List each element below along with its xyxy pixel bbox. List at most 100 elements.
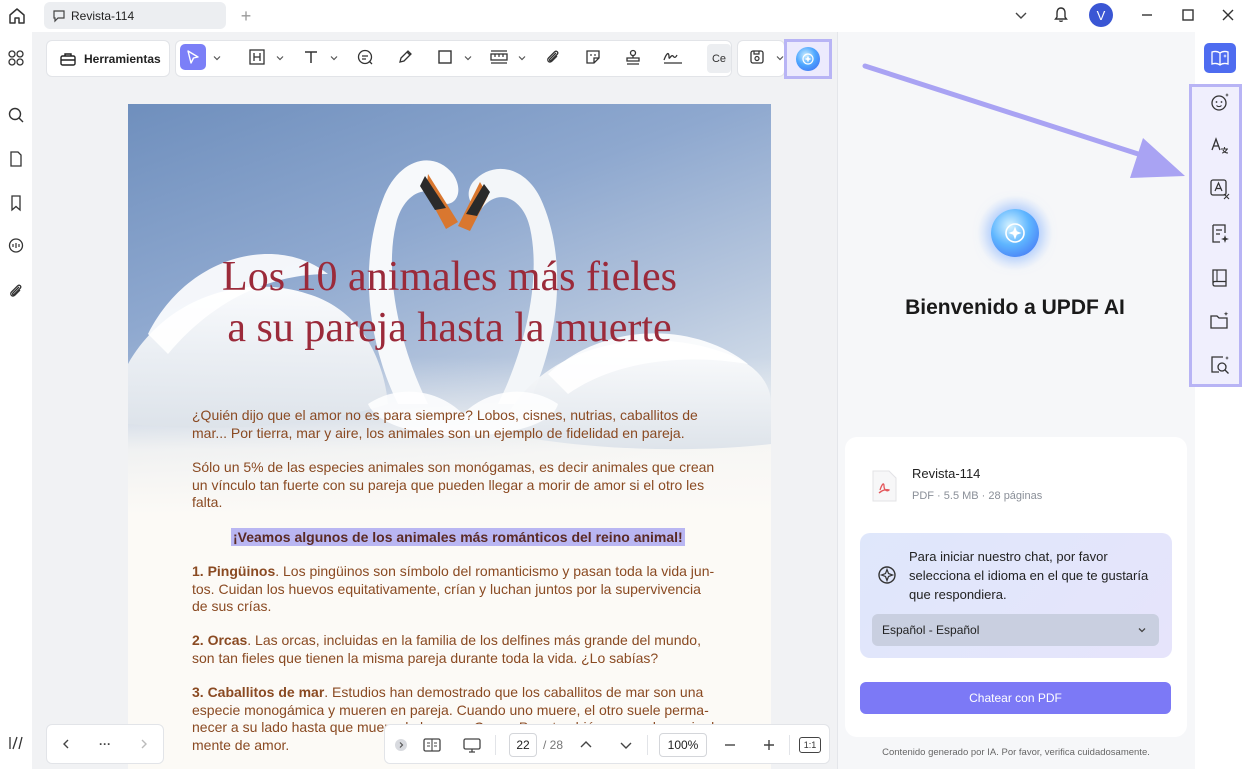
document-tab[interactable]: Revista-114 xyxy=(44,2,226,29)
zoom-out-icon[interactable] xyxy=(721,734,739,756)
highlight-tool-icon[interactable] xyxy=(244,44,270,70)
ai-book-icon[interactable] xyxy=(1204,43,1236,73)
thumbnails-icon[interactable] xyxy=(5,47,27,69)
page-nav-bar: ··· xyxy=(46,724,164,764)
chevron-down-icon[interactable] xyxy=(213,54,221,62)
explain-book-icon[interactable] xyxy=(1207,265,1233,291)
ai-assistant-button[interactable] xyxy=(784,39,832,79)
ai-orb-icon xyxy=(796,47,820,71)
minimize-icon[interactable] xyxy=(1135,4,1159,26)
page-controls-bar: 22 / 28 100% 1:1 xyxy=(384,724,830,764)
file-name: Revista-114 xyxy=(912,466,981,481)
text-line: ¿Quién dijo que el amor no es para siemp… xyxy=(192,407,698,423)
home-icon[interactable] xyxy=(6,5,28,27)
text-line: mar... Por tierra, mar y aire, los anima… xyxy=(192,424,685,441)
highlighted-text[interactable]: ¡Veamos algunos de los animales más romá… xyxy=(231,528,685,546)
collapse-icon[interactable] xyxy=(393,734,409,756)
pdf-page: Los 10 animales más fieles a su pareja h… xyxy=(128,104,771,769)
title-bar: Revista-114 + V xyxy=(0,0,1244,32)
comments-icon[interactable] xyxy=(5,235,27,257)
bookmark-icon[interactable] xyxy=(5,192,27,214)
fact-paragraph: Sólo un 5% de las especies animales son … xyxy=(192,459,722,512)
separator xyxy=(495,735,496,755)
stamp-icon[interactable] xyxy=(620,44,646,70)
separator xyxy=(789,735,790,755)
chevron-down-icon[interactable] xyxy=(776,54,784,62)
sticky-note-icon[interactable] xyxy=(352,44,378,70)
attachment-icon[interactable] xyxy=(540,44,566,70)
ai-folder-icon[interactable] xyxy=(1207,308,1233,334)
file-meta: PDF · 5.5 MB · 28 páginas xyxy=(912,490,1043,502)
signature-icon[interactable] xyxy=(660,44,686,70)
welcome-heading: Bienvenido a UPDF AI xyxy=(905,296,1125,319)
language-select[interactable]: Español - Español xyxy=(872,614,1159,646)
actual-size-button[interactable]: 1:1 xyxy=(799,737,821,753)
bell-icon[interactable] xyxy=(1049,4,1073,26)
tools-button[interactable]: Herramientas xyxy=(46,40,170,77)
chat-with-pdf-button[interactable]: Chatear con PDF xyxy=(860,682,1171,714)
translate-icon[interactable] xyxy=(1207,133,1233,159)
translate-image-icon[interactable] xyxy=(1207,176,1233,202)
text-line: son tan fieles que tienen la misma parej… xyxy=(192,649,659,666)
ai-chat-bot-icon[interactable] xyxy=(1207,89,1233,115)
measure-tool-icon[interactable] xyxy=(486,44,512,70)
chevron-down-icon[interactable] xyxy=(1009,4,1033,26)
chevron-left-icon[interactable] xyxy=(60,738,72,750)
intro-paragraph: ¿Quién dijo que el amor no es para siemp… xyxy=(192,407,722,442)
chevron-down-icon xyxy=(1137,625,1147,635)
zoom-in-icon[interactable] xyxy=(760,734,778,756)
text-line: de sus crías. xyxy=(192,598,272,614)
attachment-icon[interactable] xyxy=(5,280,27,302)
ai-disclaimer: Contenido generado por IA. Por favor, ve… xyxy=(882,747,1150,758)
ai-logo-icon xyxy=(978,196,1052,270)
chevron-right-icon[interactable] xyxy=(138,738,150,750)
presentation-icon[interactable] xyxy=(461,734,483,756)
select-tool-icon[interactable] xyxy=(180,44,206,70)
search-icon[interactable] xyxy=(5,104,27,126)
page-number-input[interactable]: 22 xyxy=(509,733,537,757)
chevron-down-icon[interactable] xyxy=(330,54,338,62)
chevron-down-icon[interactable] xyxy=(617,734,635,756)
text-tool-icon[interactable] xyxy=(298,44,324,70)
pdf-file-icon xyxy=(870,470,898,502)
avatar[interactable]: V xyxy=(1089,3,1113,27)
tools-label: Herramientas xyxy=(84,51,161,66)
tab-title: Revista-114 xyxy=(71,8,135,23)
save-icon[interactable] xyxy=(744,44,770,70)
text-line: falta. xyxy=(192,494,223,510)
title-line-1: Los 10 animales más fieles xyxy=(222,254,677,300)
more-tools-button[interactable]: Ce xyxy=(707,44,731,73)
new-tab-button[interactable]: + xyxy=(236,6,256,26)
summarize-icon[interactable] xyxy=(1207,221,1233,247)
text-line: tos. Cuidan los huevos equitativamente, … xyxy=(192,580,701,597)
text-line: Sólo un 5% de las especies animales son … xyxy=(192,459,715,475)
reading-mode-icon[interactable] xyxy=(421,734,443,756)
ai-search-icon[interactable] xyxy=(1207,352,1233,378)
text-line: un vínculo tan fuerte con su pareja que … xyxy=(192,476,705,493)
section-heading: 2. Orcas xyxy=(192,632,248,648)
sticker-icon[interactable] xyxy=(580,44,606,70)
chevron-down-icon[interactable] xyxy=(518,54,526,62)
pages-icon[interactable] xyxy=(5,148,27,170)
document-title: Los 10 animales más fieles a su pareja h… xyxy=(128,252,771,354)
more-pages-button[interactable]: ··· xyxy=(99,737,111,751)
text-line: . Los pingüinos son símbolo del romantic… xyxy=(275,563,715,579)
close-icon[interactable] xyxy=(1216,4,1240,26)
section-heading: 3. Caballitos de mar xyxy=(192,684,325,700)
toolbox-icon xyxy=(59,50,77,68)
total-pages: / 28 xyxy=(542,738,563,752)
chat-prompt-text: Para iniciar nuestro chat, por favor sel… xyxy=(909,549,1149,602)
shape-tool-icon[interactable] xyxy=(432,44,458,70)
sidebar-toggle-icon[interactable] xyxy=(5,732,27,754)
ai-chat-icon xyxy=(875,563,899,587)
zoom-level[interactable]: 100% xyxy=(659,733,707,757)
chevron-down-icon[interactable] xyxy=(276,54,284,62)
section-heading: 1. Pingüinos xyxy=(192,563,276,579)
text-line: . Estudios han demostrado que los caball… xyxy=(324,684,704,700)
text-line: . Las orcas, incluidas en la familia de … xyxy=(247,632,701,648)
maximize-icon[interactable] xyxy=(1176,4,1200,26)
chevron-up-icon[interactable] xyxy=(577,734,595,756)
chevron-down-icon[interactable] xyxy=(464,54,472,62)
separator xyxy=(647,735,648,755)
pencil-icon[interactable] xyxy=(392,44,418,70)
